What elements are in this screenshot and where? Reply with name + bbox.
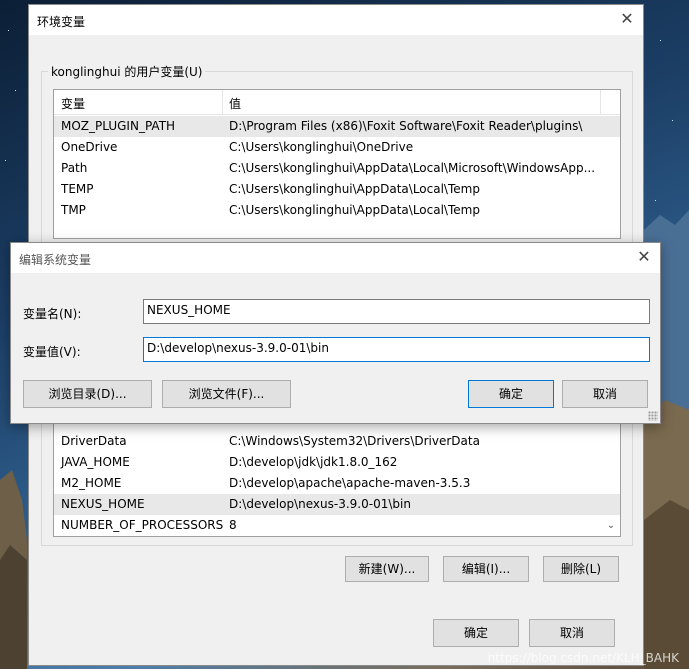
- column-separator: [600, 90, 601, 114]
- variable-value: C:\Users\konglinghui\AppData\Local\Micro…: [229, 161, 596, 175]
- edit-cancel-button[interactable]: 取消: [562, 380, 648, 408]
- variable-name-field[interactable]: NEXUS_HOME: [143, 299, 650, 324]
- resize-grip-icon[interactable]: [648, 411, 658, 421]
- system-variables-list[interactable]: DriverData C:\Windows\System32\Drivers\D…: [53, 405, 621, 537]
- column-header-variable[interactable]: 变量: [61, 95, 85, 112]
- variable-name: MOZ_PLUGIN_PATH: [61, 119, 176, 133]
- variable-value: D:\develop\apache\apache-maven-3.5.3: [229, 476, 471, 490]
- list-item[interactable]: DriverData C:\Windows\System32\Drivers\D…: [54, 431, 620, 452]
- list-item[interactable]: Path C:\Users\konglinghui\AppData\Local\…: [54, 158, 620, 179]
- variable-value: C:\Windows\System32\Drivers\DriverData: [229, 434, 480, 448]
- close-icon[interactable]: ✕: [617, 9, 637, 29]
- list-item[interactable]: TMP C:\Users\konglinghui\AppData\Local\T…: [54, 200, 620, 221]
- list-header: 变量 值: [54, 90, 620, 115]
- variable-value: C:\Users\konglinghui\AppData\Local\Temp: [229, 182, 480, 196]
- edit-ok-button[interactable]: 确定: [468, 380, 554, 408]
- variable-name: NEXUS_HOME: [61, 497, 145, 511]
- dialog-titlebar: 编辑系统变量 ✕: [11, 243, 660, 273]
- user-variables-label: konglinghui 的用户变量(U): [48, 63, 206, 80]
- variable-value: C:\Users\konglinghui\AppData\Local\Temp: [229, 203, 480, 217]
- column-header-value[interactable]: 值: [229, 95, 241, 112]
- list-item[interactable]: JAVA_HOME D:\develop\jdk\jdk1.8.0_162: [54, 452, 620, 473]
- scroll-down-icon[interactable]: ⌄: [604, 520, 618, 534]
- variable-value: D:\Program Files (x86)\Foxit Software\Fo…: [229, 119, 583, 133]
- variable-value: D:\develop\jdk\jdk1.8.0_162: [229, 455, 398, 469]
- list-item[interactable]: MOZ_PLUGIN_PATH D:\Program Files (x86)\F…: [54, 116, 620, 137]
- delete-button[interactable]: 删除(L): [543, 556, 619, 582]
- watermark-text: https://blog.csdn.net/KLH_BAHK: [487, 651, 679, 665]
- list-item[interactable]: TEMP C:\Users\konglinghui\AppData\Local\…: [54, 179, 620, 200]
- variable-name: TMP: [61, 203, 86, 217]
- list-item[interactable]: NEXUS_HOME D:\develop\nexus-3.9.0-01\bin: [54, 494, 620, 515]
- variable-name: JAVA_HOME: [61, 455, 130, 469]
- variable-value-label: 变量值(V):: [23, 345, 81, 359]
- variable-name: DriverData: [61, 434, 127, 448]
- variable-name: Path: [61, 161, 88, 175]
- dialog-title: 编辑系统变量: [19, 253, 92, 267]
- list-item[interactable]: NUMBER_OF_PROCESSORS 8: [54, 515, 620, 536]
- variable-value: C:\Users\konglinghui\OneDrive: [229, 140, 414, 154]
- close-icon[interactable]: ✕: [634, 247, 654, 267]
- variable-value: D:\develop\nexus-3.9.0-01\bin: [229, 497, 411, 511]
- variable-name: M2_HOME: [61, 476, 122, 490]
- edit-system-variable-dialog: 编辑系统变量 ✕ 变量名(N): NEXUS_HOME 变量值(V): D:\d…: [10, 242, 661, 424]
- edit-button[interactable]: 编辑(I)...: [443, 556, 529, 582]
- variable-value-field[interactable]: D:\develop\nexus-3.9.0-01\bin: [143, 337, 650, 362]
- ok-button[interactable]: 确定: [433, 619, 519, 647]
- variable-name: OneDrive: [61, 140, 118, 154]
- variable-name: TEMP: [61, 182, 94, 196]
- cancel-button[interactable]: 取消: [529, 619, 615, 647]
- dialog-titlebar: 环境变量 ✕: [29, 5, 643, 35]
- variable-name: NUMBER_OF_PROCESSORS: [61, 518, 224, 532]
- browse-file-button[interactable]: 浏览文件(F)...: [162, 380, 291, 408]
- list-item[interactable]: OneDrive C:\Users\konglinghui\OneDrive: [54, 137, 620, 158]
- column-separator: [222, 90, 223, 114]
- list-item[interactable]: M2_HOME D:\develop\apache\apache-maven-3…: [54, 473, 620, 494]
- new-button[interactable]: 新建(W)...: [345, 556, 429, 582]
- variable-name-label: 变量名(N):: [23, 307, 82, 321]
- browse-directory-button[interactable]: 浏览目录(D)...: [23, 380, 152, 408]
- user-variables-list[interactable]: 变量 值 MOZ_PLUGIN_PATH D:\Program Files (x…: [53, 89, 621, 239]
- dialog-title: 环境变量: [37, 15, 86, 29]
- variable-value: 8: [229, 518, 237, 532]
